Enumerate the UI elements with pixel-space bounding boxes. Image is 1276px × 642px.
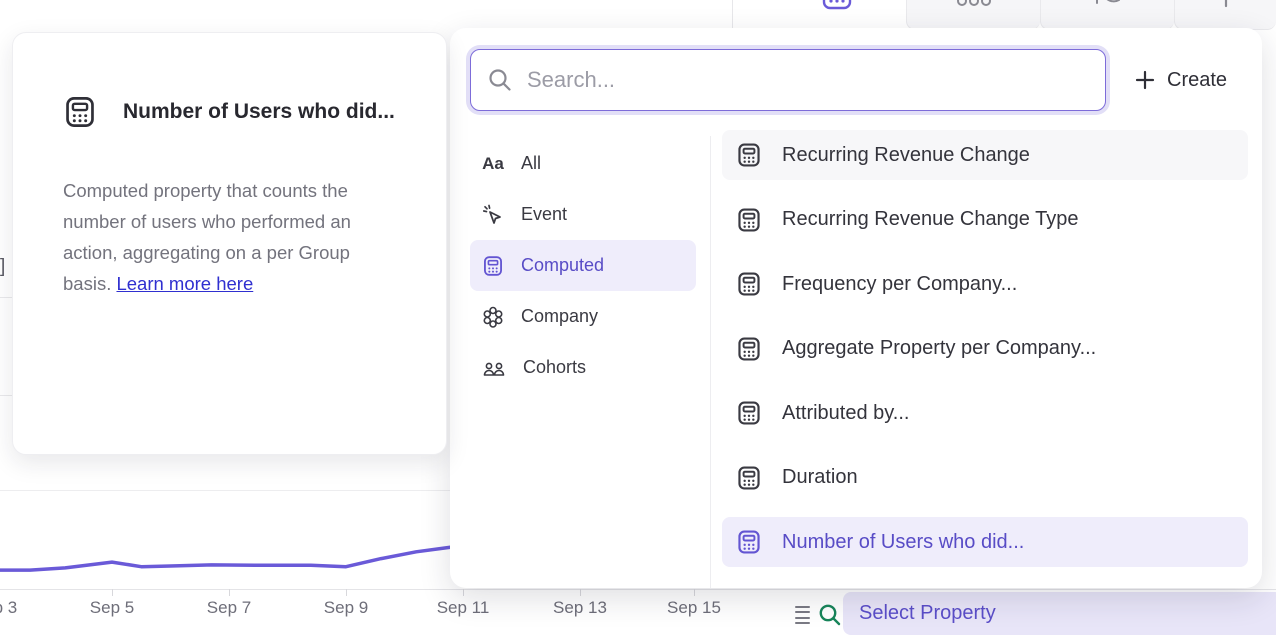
search-icon [487,67,513,93]
calculator-icon [63,95,97,129]
company-icon [482,306,504,328]
x-axis-label: Sep 9 [324,598,368,618]
tab-4[interactable] [1174,0,1276,30]
property-row[interactable]: Frequency per Company... [722,259,1248,309]
event-cursor-icon [482,204,504,226]
property-row[interactable]: Aggregate Property per Company... [722,324,1248,374]
category-computed[interactable]: Computed [470,240,696,291]
search-box [470,49,1106,111]
property-row[interactable]: Attributed by... [722,388,1248,438]
tooltip-title: Number of Users who did... [123,100,395,124]
x-axis-tick [580,589,581,596]
clipped-text-fragment: ] [0,256,5,278]
top-pane-divider [732,0,733,30]
chart-line [0,547,451,570]
left-sliver-divider-2 [0,395,12,396]
green-search-icon [817,602,843,628]
learn-more-link[interactable]: Learn more here [116,273,253,294]
calculator-icon [736,529,762,555]
drag-handle-icon[interactable] [795,606,810,624]
x-axis-label: Sep 13 [553,598,607,618]
calculator-icon [736,142,762,168]
category-event[interactable]: Event [470,189,696,240]
property-row[interactable]: Duration [722,453,1248,503]
tab-3[interactable] [1040,0,1174,30]
tab-4-icon [1221,0,1231,10]
category-list: Aa All Event [470,138,696,393]
app-root: ] Sep 3 Sep 5 Sep 7 Sep 9 Sep 11 Sep 13 … [0,0,1276,642]
property-row[interactable]: Recurring Revenue Change Type [722,195,1248,245]
x-axis-label: Sep 5 [90,598,134,618]
x-axis-tick [229,589,230,596]
calculator-icon [482,255,504,277]
text-format-icon: Aa [482,154,504,174]
calculator-icon [736,336,762,362]
x-axis-label: Sep 3 [0,598,17,618]
x-axis-label: Sep 15 [667,598,721,618]
x-axis-line [0,589,1276,590]
select-property-label: Select Property [859,602,996,625]
tab-active-computed[interactable] [768,0,906,30]
calculator-icon [736,271,762,297]
x-axis-tick [463,589,464,596]
property-list: Recurring Revenue Change Recurring Reven… [722,130,1248,582]
panel-divider [710,136,711,588]
cohorts-icon [482,357,506,379]
x-axis-tick [694,589,695,596]
x-axis-tick [346,589,347,596]
category-company[interactable]: Company [470,291,696,342]
tooltip-description: Computed property that counts the number… [63,175,401,299]
plus-icon [1134,69,1156,91]
calculator-icon [736,400,762,426]
category-cohorts[interactable]: Cohorts [470,342,696,393]
x-axis-label: Sep 7 [207,598,251,618]
select-property-field[interactable]: Select Property [843,592,1276,635]
calculator-icon [736,207,762,233]
create-button-label: Create [1167,69,1227,92]
x-axis-tick [112,589,113,596]
property-row-selected[interactable]: Number of Users who did... [722,517,1248,567]
calculator-tab-icon [822,0,852,12]
property-tooltip-card: Number of Users who did... Computed prop… [12,32,447,455]
chart-type-tabstrip [768,0,1276,30]
x-axis-label: Sep 11 [437,598,490,618]
tab-3-icon [1093,0,1123,10]
create-button[interactable]: Create [1134,64,1227,96]
category-all[interactable]: Aa All [470,138,696,189]
tab-2-icon [957,0,991,12]
calculator-icon [736,465,762,491]
property-picker-panel: Create Aa All Event [450,28,1262,588]
left-sliver-divider-1 [0,297,12,298]
tooltip-header: Number of Users who did... [63,95,395,129]
tab-2[interactable] [906,0,1040,30]
property-row[interactable]: Recurring Revenue Change [722,130,1248,180]
search-input[interactable] [527,67,1089,93]
